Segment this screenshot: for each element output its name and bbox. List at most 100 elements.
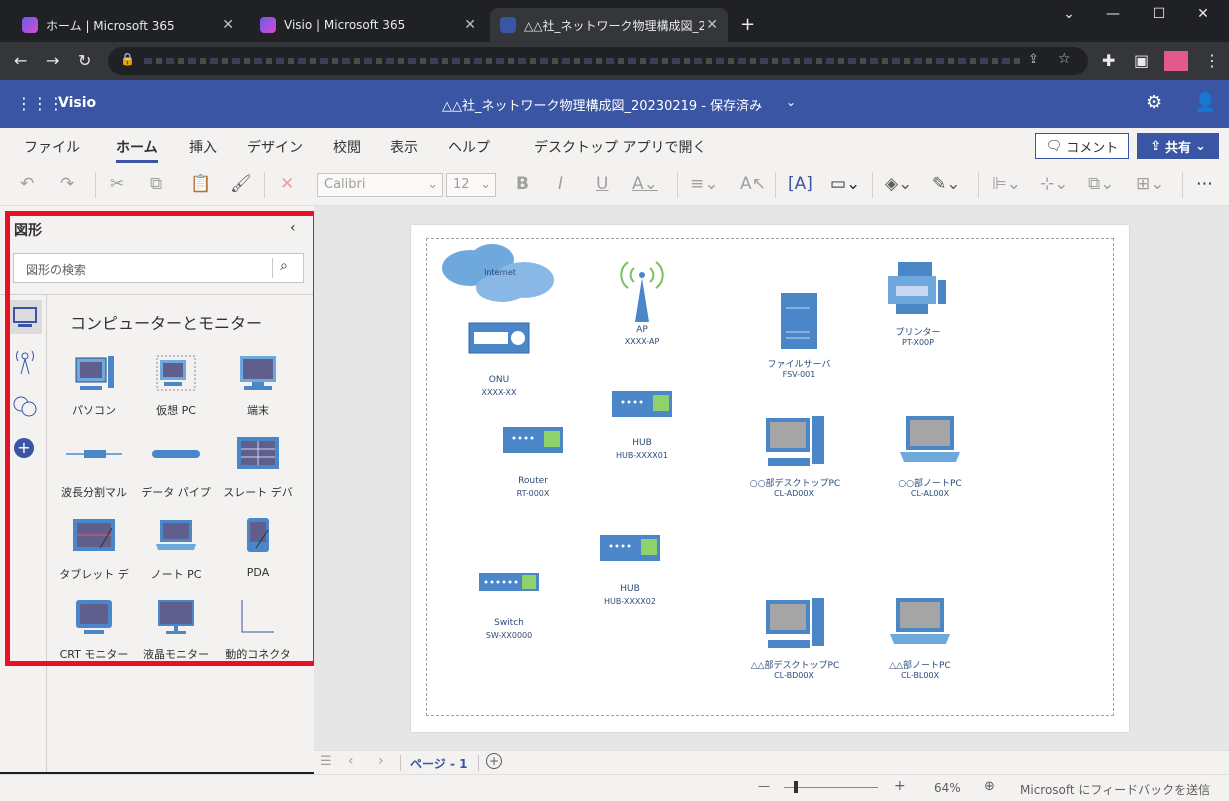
account-icon[interactable]: 👤: [1194, 92, 1216, 113]
fill-color-icon[interactable]: ◈⌄: [885, 174, 912, 194]
divider: [478, 755, 479, 771]
chevron-down-icon[interactable]: ⌄: [786, 95, 796, 109]
node-id: SW-XX0000: [485, 631, 533, 640]
minimize-button[interactable]: —: [1090, 6, 1136, 22]
undo-icon[interactable]: ↶: [20, 174, 34, 194]
tab-title: ホーム | Microsoft 365: [46, 18, 175, 33]
reload-icon[interactable]: ↻: [78, 51, 91, 70]
router-icon[interactable]: [502, 426, 564, 454]
desktop-pc-icon[interactable]: [764, 414, 826, 468]
zoom-out-icon[interactable]: —: [758, 779, 770, 793]
close-tab-icon[interactable]: ✕: [222, 17, 234, 33]
node-id: CL-AL00X: [910, 489, 950, 498]
tab-list-button[interactable]: ⌄: [1046, 6, 1092, 22]
copy-icon[interactable]: ⧉: [150, 174, 162, 194]
tab-view[interactable]: 表示: [390, 137, 418, 157]
close-tab-icon[interactable]: ✕: [706, 17, 718, 33]
menu-icon[interactable]: ⋮: [1204, 51, 1220, 70]
forward-icon[interactable]: →: [46, 51, 59, 70]
visio-icon: [500, 17, 516, 33]
access-point-icon[interactable]: [620, 258, 664, 324]
font-color-icon[interactable]: A⌄: [632, 174, 658, 194]
ribbon-toolbar: ↶ ↷ ✂ ⧉ 📋 🖌 ✕ Calibri ⌄ 12 ⌄ B I U A⌄ ≡⌄…: [0, 164, 1229, 206]
back-icon[interactable]: ←: [14, 51, 27, 70]
bold-icon[interactable]: B: [516, 174, 529, 194]
bookmark-star-icon[interactable]: ☆: [1058, 51, 1071, 67]
onu-device-icon[interactable]: [468, 322, 530, 354]
previous-page-icon[interactable]: ‹: [348, 753, 354, 769]
align-icon[interactable]: ≡⌄: [690, 174, 719, 194]
profile-avatar[interactable]: [1164, 51, 1188, 71]
share-page-icon[interactable]: ⇪: [1028, 52, 1039, 67]
printer-fax-icon[interactable]: [886, 260, 948, 316]
browser-tab-visio-home[interactable]: Visio | Microsoft 365 ✕: [250, 8, 486, 42]
tab-title: △△社_ネットワーク物理構成図_202: [524, 18, 704, 33]
laptop-icon[interactable]: [888, 596, 952, 646]
side-panel-icon[interactable]: ▣: [1134, 51, 1149, 70]
all-pages-icon[interactable]: ☰: [320, 754, 332, 769]
settings-gear-icon[interactable]: ⚙: [1146, 92, 1162, 113]
app-name[interactable]: Visio: [58, 95, 96, 111]
paste-icon[interactable]: 📋: [190, 174, 211, 194]
file-server-icon[interactable]: [780, 292, 818, 350]
align-shapes-icon[interactable]: ⊫⌄: [992, 174, 1021, 194]
hub-icon[interactable]: [611, 390, 673, 418]
zoom-level[interactable]: 64%: [934, 781, 961, 795]
node-id: CL-BD00X: [774, 671, 814, 680]
highlight-box: [5, 211, 318, 666]
tab-help[interactable]: ヘルプ: [448, 137, 490, 157]
group-icon[interactable]: ⊞⌄: [1136, 174, 1165, 194]
cut-icon[interactable]: ✂: [110, 174, 124, 194]
node-id: CL-AD00X: [774, 489, 814, 498]
divider: [677, 172, 678, 198]
shape-outline-rect-icon[interactable]: ▭⌄: [830, 174, 860, 194]
underline-icon[interactable]: U: [596, 174, 608, 194]
extensions-icon[interactable]: ✚: [1102, 51, 1115, 70]
share-label: 共有: [1164, 140, 1191, 156]
chevron-down-icon: ⌄: [427, 177, 438, 192]
document-title[interactable]: △△社_ネットワーク物理構成図_20230219 - 保存済み: [442, 95, 762, 114]
address-bar[interactable]: 🔒 ⇪ ☆: [108, 47, 1088, 75]
tab-open-desktop[interactable]: デスクトップ アプリで開く: [534, 137, 706, 157]
app-launcher-icon[interactable]: ⋮⋮⋮: [16, 94, 64, 113]
desktop-pc-icon[interactable]: [764, 596, 826, 650]
node-id: XXXX-XX: [481, 388, 517, 397]
tab-insert[interactable]: 挿入: [189, 137, 217, 157]
font-name-select[interactable]: Calibri ⌄: [317, 173, 443, 197]
share-button[interactable]: ⇪ 共有 ⌄: [1137, 133, 1219, 159]
comment-button[interactable]: 🗨 コメント: [1035, 133, 1129, 159]
tab-home[interactable]: ホーム: [116, 137, 158, 163]
zoom-slider-track[interactable]: [784, 787, 878, 788]
tab-design[interactable]: デザイン: [247, 137, 303, 157]
zoom-in-icon[interactable]: +: [894, 778, 906, 794]
feedback-link[interactable]: Microsoft にフィードバックを送信: [1020, 781, 1210, 798]
fit-to-window-icon[interactable]: ⊕: [984, 779, 995, 794]
arrange-icon[interactable]: ⧉⌄: [1088, 174, 1114, 194]
format-painter-icon[interactable]: 🖌: [230, 174, 252, 194]
font-size-select[interactable]: 12 ⌄: [446, 173, 496, 197]
line-color-icon[interactable]: ✎⌄: [932, 174, 961, 194]
hub-icon[interactable]: [599, 534, 661, 562]
close-window-button[interactable]: ✕: [1180, 6, 1226, 22]
more-options-icon[interactable]: ⋯: [1196, 174, 1213, 194]
position-icon[interactable]: ⊹⌄: [1040, 174, 1069, 194]
tab-review[interactable]: 校閲: [333, 137, 361, 157]
redo-icon[interactable]: ↷: [60, 174, 74, 194]
switch-icon[interactable]: [478, 572, 540, 592]
new-tab-button[interactable]: +: [740, 14, 755, 35]
increase-font-icon[interactable]: A↖: [740, 174, 766, 194]
next-page-icon[interactable]: ›: [378, 753, 384, 769]
tab-file[interactable]: ファイル: [24, 137, 80, 157]
close-tab-icon[interactable]: ✕: [464, 17, 476, 33]
maximize-button[interactable]: ☐: [1136, 6, 1182, 22]
italic-icon[interactable]: I: [558, 174, 563, 194]
laptop-icon[interactable]: [898, 414, 962, 464]
zoom-slider-thumb[interactable]: [794, 781, 798, 793]
page-tab-1[interactable]: ページ - 1: [410, 755, 468, 776]
text-box-icon[interactable]: [A]: [788, 174, 813, 194]
delete-icon[interactable]: ✕: [280, 174, 294, 194]
browser-tab-home[interactable]: ホーム | Microsoft 365 ✕: [12, 8, 244, 42]
add-page-icon[interactable]: +: [486, 753, 502, 769]
browser-tab-active-document[interactable]: △△社_ネットワーク物理構成図_202 ✕: [490, 8, 728, 42]
node-id: PT-X00P: [902, 338, 934, 347]
